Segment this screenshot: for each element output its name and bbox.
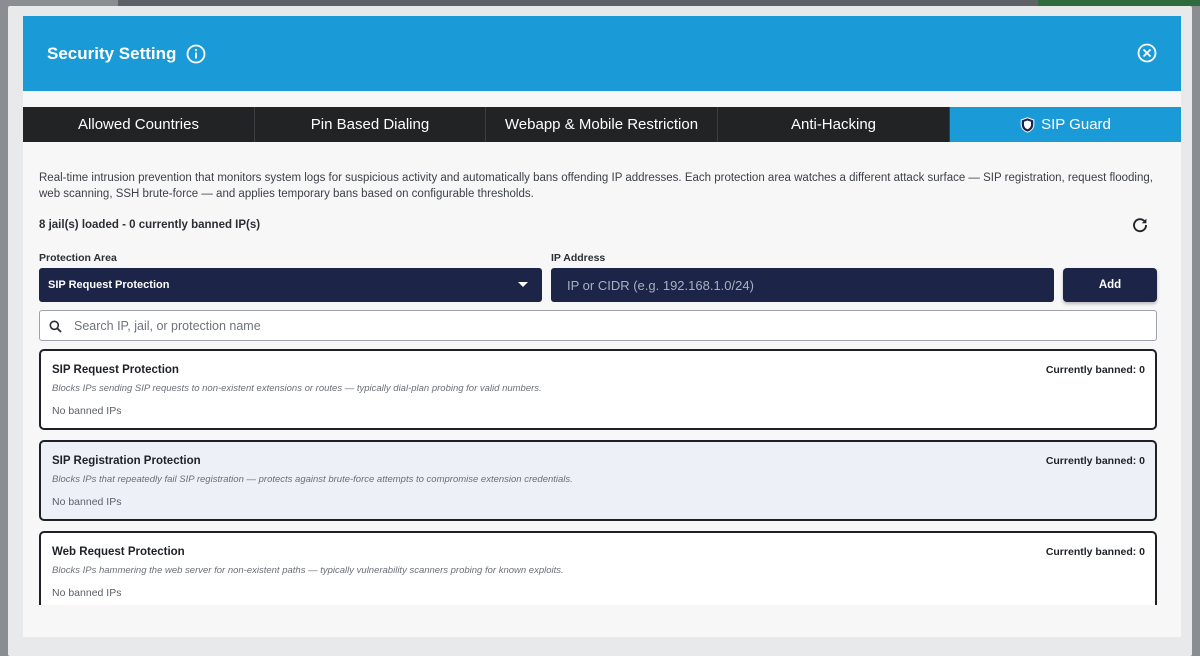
jail-banned-count: Currently banned: 0 bbox=[1045, 364, 1145, 376]
jail-description: Blocks IPs hammering the web server for … bbox=[52, 565, 564, 576]
tab-label: SIP Guard bbox=[1041, 116, 1111, 133]
jail-description: Blocks IPs that repeatedly fail SIP regi… bbox=[52, 474, 573, 485]
jail-title: SIP Request Protection bbox=[52, 364, 179, 376]
modal-title: Security Setting bbox=[47, 43, 177, 63]
sip-guard-description: Real-time intrusion prevention that moni… bbox=[39, 172, 1153, 200]
info-icon[interactable] bbox=[186, 44, 206, 64]
tab-label: Allowed Countries bbox=[78, 116, 199, 133]
jail-empty-state: No banned IPs bbox=[52, 587, 122, 599]
modal-header: Security Setting bbox=[23, 16, 1181, 91]
tab-webapp-mobile-restriction[interactable]: Webapp & Mobile Restriction bbox=[486, 107, 718, 142]
security-setting-modal: Security Setting Allowed Countries Pin B… bbox=[8, 6, 1192, 656]
tab-anti-hacking[interactable]: Anti-Hacking bbox=[718, 107, 950, 142]
add-button[interactable]: Add bbox=[1063, 268, 1157, 302]
search-input[interactable] bbox=[74, 311, 1144, 340]
refresh-icon[interactable] bbox=[1131, 216, 1149, 234]
close-icon[interactable] bbox=[1137, 43, 1157, 63]
jail-status-text: 8 jail(s) loaded - 0 currently banned IP… bbox=[39, 219, 261, 231]
ip-address-input[interactable] bbox=[551, 268, 1054, 302]
tab-pin-based-dialing[interactable]: Pin Based Dialing bbox=[255, 107, 486, 142]
jail-card-sip-registration[interactable]: SIP Registration Protection Currently ba… bbox=[39, 440, 1157, 521]
jail-title: SIP Registration Protection bbox=[52, 455, 201, 467]
tab-label: Pin Based Dialing bbox=[310, 116, 430, 133]
jail-description: Blocks IPs sending SIP requests to non-e… bbox=[52, 383, 542, 394]
tab-label: Anti-Hacking bbox=[790, 116, 877, 133]
protection-area-value: SIP Request Protection bbox=[48, 279, 170, 291]
protection-area-label: Protection Area bbox=[39, 252, 117, 264]
jail-title: Web Request Protection bbox=[52, 546, 185, 558]
jail-card-web-request[interactable]: Web Request Protection Currently banned:… bbox=[39, 531, 1157, 605]
jail-banned-count: Currently banned: 0 bbox=[1045, 546, 1145, 558]
jail-empty-state: No banned IPs bbox=[52, 405, 122, 417]
jail-list[interactable]: SIP Request Protection Currently banned:… bbox=[23, 346, 1181, 605]
tab-label: Webapp & Mobile Restriction bbox=[504, 116, 699, 133]
jail-banned-count: Currently banned: 0 bbox=[1045, 455, 1145, 467]
ip-address-label: IP Address bbox=[551, 252, 606, 264]
tab-allowed-countries[interactable]: Allowed Countries bbox=[23, 107, 255, 142]
search-box bbox=[39, 310, 1157, 341]
jail-card-sip-request[interactable]: SIP Request Protection Currently banned:… bbox=[39, 349, 1157, 430]
tab-bar: Allowed Countries Pin Based Dialing Weba… bbox=[23, 107, 1181, 142]
shield-icon bbox=[1020, 116, 1035, 133]
tab-sip-guard[interactable]: SIP Guard bbox=[950, 107, 1181, 142]
protection-area-select[interactable]: SIP Request Protection bbox=[39, 268, 542, 302]
modal-content: Security Setting Allowed Countries Pin B… bbox=[23, 16, 1181, 637]
jail-empty-state: No banned IPs bbox=[52, 496, 122, 508]
chevron-down-icon bbox=[518, 282, 528, 287]
search-icon bbox=[49, 320, 62, 333]
